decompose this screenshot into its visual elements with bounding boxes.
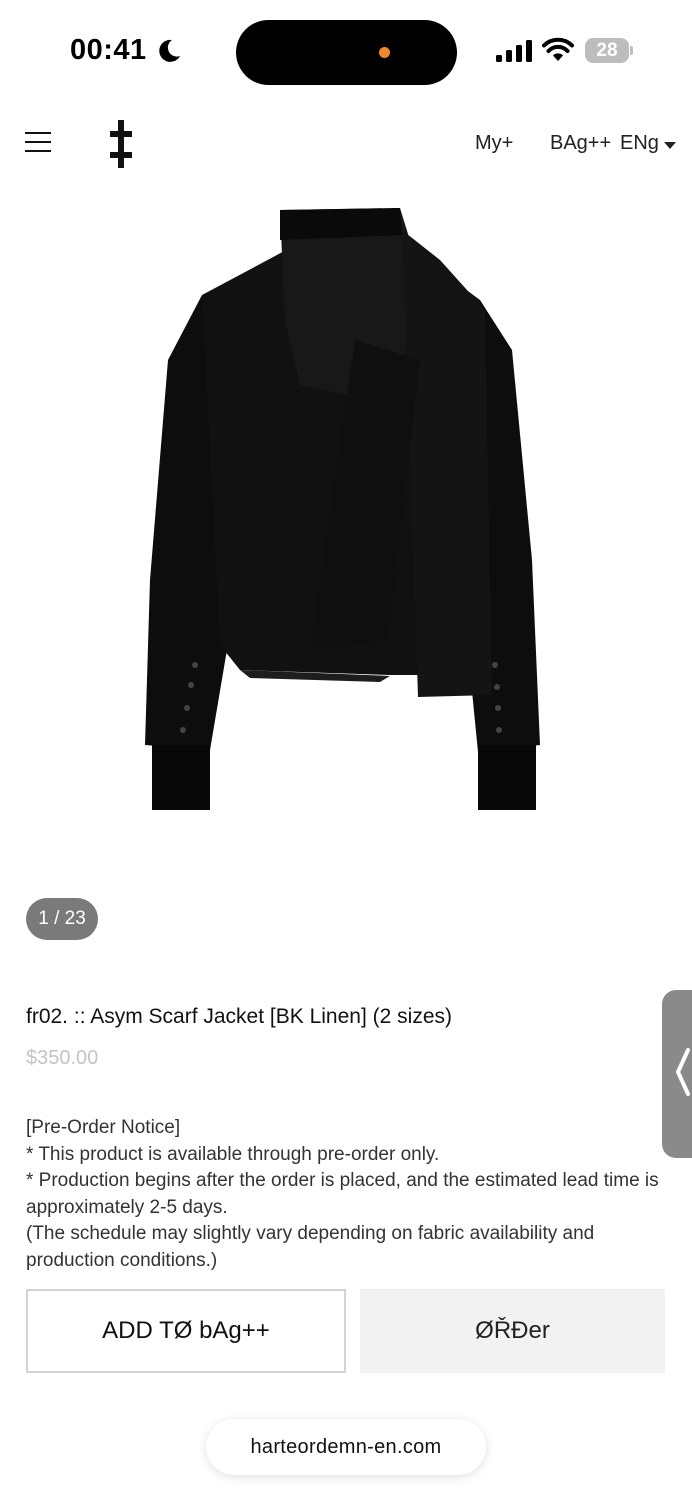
moon-icon [159,39,180,62]
browser-url-bar[interactable]: harteordemn-en.com [206,1419,486,1475]
battery-level: 28 [596,40,618,61]
wifi-icon [542,37,574,61]
product-price: $350.00 [26,1047,99,1069]
gallery-counter: 1 / 23 [26,898,98,940]
nav-bag[interactable]: BAg++ [550,132,611,155]
product-image[interactable] [140,200,550,815]
double-cross-logo[interactable] [107,120,135,168]
language-selector[interactable]: ENg [620,132,659,155]
battery-icon: 28 [585,38,633,63]
product-description: [Pre-Order Notice] * This product is ava… [26,1115,666,1274]
chevron-left-icon[interactable] [672,1048,692,1096]
site-header: My+ BAg++ ENg [0,110,692,180]
privacy-indicator-dot [379,47,390,58]
product-title: fr02. :: Asym Scarf Jacket [BK Linen] (2… [26,1005,452,1028]
nav-my-account[interactable]: My+ [475,132,513,155]
order-button[interactable]: ØŘĐer [360,1289,665,1373]
description-line: (The schedule may slightly vary dependin… [26,1223,595,1271]
cellular-signal-icon [496,40,532,62]
clock: 00:41 [70,34,147,66]
hamburger-icon[interactable] [25,132,51,154]
dynamic-island [236,20,457,85]
status-bar: 00:41 28 [0,0,692,100]
description-line: [Pre-Order Notice] [26,1117,181,1138]
add-to-bag-button[interactable]: ADD TØ bAg++ [26,1289,346,1373]
caret-down-icon[interactable] [664,142,676,149]
description-line: * Production begins after the order is p… [26,1170,659,1218]
description-line: * This product is available through pre-… [26,1143,440,1165]
